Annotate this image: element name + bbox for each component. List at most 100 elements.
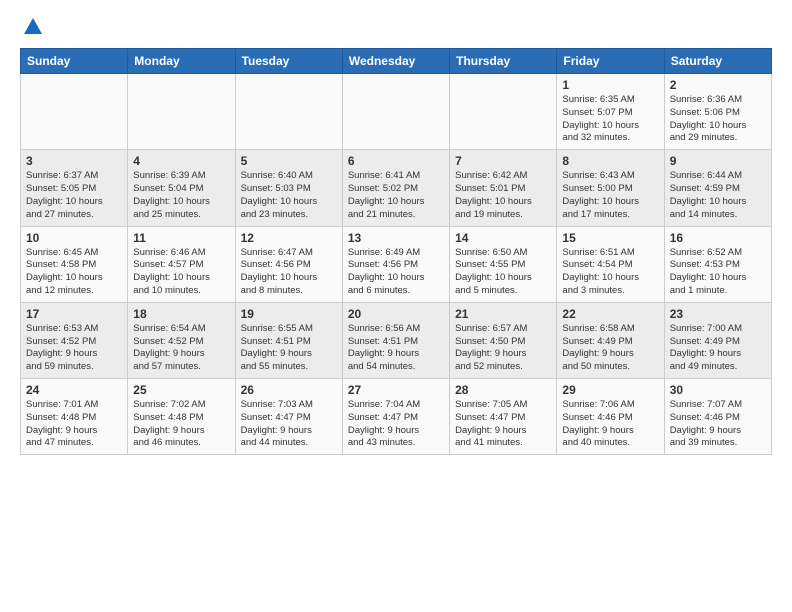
day-info: Sunrise: 6:35 AMSunset: 5:07 PMDaylight:…: [562, 94, 658, 145]
page: SundayMondayTuesdayWednesdayThursdayFrid…: [0, 0, 792, 471]
calendar-week-row: 10 Sunrise: 6:45 AMSunset: 4:58 PMDayligh…: [21, 226, 772, 302]
calendar-cell: 4 Sunrise: 6:39 AMSunset: 5:04 PMDaylight…: [128, 150, 235, 226]
weekday-header-thursday: Thursday: [450, 49, 557, 74]
weekday-header-tuesday: Tuesday: [235, 49, 342, 74]
day-number: 13: [348, 231, 444, 245]
day-info: Sunrise: 7:07 AMSunset: 4:46 PMDaylight:…: [670, 399, 766, 450]
day-number: 10: [26, 231, 122, 245]
day-info: Sunrise: 7:03 AMSunset: 4:47 PMDaylight:…: [241, 399, 337, 450]
calendar-cell: 2 Sunrise: 6:36 AMSunset: 5:06 PMDaylight…: [664, 74, 771, 150]
day-number: 9: [670, 154, 766, 168]
day-number: 28: [455, 383, 551, 397]
day-number: 17: [26, 307, 122, 321]
day-info: Sunrise: 6:55 AMSunset: 4:51 PMDaylight:…: [241, 323, 337, 374]
day-number: 3: [26, 154, 122, 168]
calendar-cell: 30 Sunrise: 7:07 AMSunset: 4:46 PMDayligh…: [664, 379, 771, 455]
day-number: 15: [562, 231, 658, 245]
day-info: Sunrise: 6:46 AMSunset: 4:57 PMDaylight:…: [133, 247, 229, 298]
day-number: 22: [562, 307, 658, 321]
day-info: Sunrise: 7:00 AMSunset: 4:49 PMDaylight:…: [670, 323, 766, 374]
calendar-cell: 5 Sunrise: 6:40 AMSunset: 5:03 PMDaylight…: [235, 150, 342, 226]
day-number: 30: [670, 383, 766, 397]
day-number: 23: [670, 307, 766, 321]
calendar-cell: 24 Sunrise: 7:01 AMSunset: 4:48 PMDayligh…: [21, 379, 128, 455]
calendar-cell: 11 Sunrise: 6:46 AMSunset: 4:57 PMDayligh…: [128, 226, 235, 302]
day-info: Sunrise: 6:52 AMSunset: 4:53 PMDaylight:…: [670, 247, 766, 298]
day-number: 24: [26, 383, 122, 397]
calendar-cell: 13 Sunrise: 6:49 AMSunset: 4:56 PMDayligh…: [342, 226, 449, 302]
day-number: 12: [241, 231, 337, 245]
day-number: 16: [670, 231, 766, 245]
day-info: Sunrise: 6:44 AMSunset: 4:59 PMDaylight:…: [670, 170, 766, 221]
day-number: 11: [133, 231, 229, 245]
day-info: Sunrise: 6:39 AMSunset: 5:04 PMDaylight:…: [133, 170, 229, 221]
calendar-cell: 21 Sunrise: 6:57 AMSunset: 4:50 PMDayligh…: [450, 302, 557, 378]
day-number: 26: [241, 383, 337, 397]
day-number: 27: [348, 383, 444, 397]
day-number: 19: [241, 307, 337, 321]
calendar-cell: [128, 74, 235, 150]
calendar-cell: 19 Sunrise: 6:55 AMSunset: 4:51 PMDayligh…: [235, 302, 342, 378]
day-info: Sunrise: 6:41 AMSunset: 5:02 PMDaylight:…: [348, 170, 444, 221]
calendar-cell: 14Sunrise: 6:50 AMSunset: 4:55 PMDayligh…: [450, 226, 557, 302]
calendar-cell: 1 Sunrise: 6:35 AMSunset: 5:07 PMDaylight…: [557, 74, 664, 150]
calendar-cell: 18Sunrise: 6:54 AMSunset: 4:52 PMDayligh…: [128, 302, 235, 378]
calendar-cell: 15 Sunrise: 6:51 AMSunset: 4:54 PMDayligh…: [557, 226, 664, 302]
calendar-cell: 8Sunrise: 6:43 AMSunset: 5:00 PMDaylight…: [557, 150, 664, 226]
day-info: Sunrise: 6:36 AMSunset: 5:06 PMDaylight:…: [670, 94, 766, 145]
weekday-header-friday: Friday: [557, 49, 664, 74]
day-number: 21: [455, 307, 551, 321]
day-number: 7: [455, 154, 551, 168]
header: [20, 16, 772, 38]
day-number: 25: [133, 383, 229, 397]
day-info: Sunrise: 6:57 AMSunset: 4:50 PMDaylight:…: [455, 323, 551, 374]
calendar-cell: 26 Sunrise: 7:03 AMSunset: 4:47 PMDayligh…: [235, 379, 342, 455]
calendar-cell: 25 Sunrise: 7:02 AMSunset: 4:48 PMDayligh…: [128, 379, 235, 455]
day-info: Sunrise: 7:06 AMSunset: 4:46 PMDaylight:…: [562, 399, 658, 450]
day-number: 6: [348, 154, 444, 168]
calendar-cell: 20 Sunrise: 6:56 AMSunset: 4:51 PMDayligh…: [342, 302, 449, 378]
calendar-cell: 28 Sunrise: 7:05 AMSunset: 4:47 PMDayligh…: [450, 379, 557, 455]
calendar-cell: 12 Sunrise: 6:47 AMSunset: 4:56 PMDayligh…: [235, 226, 342, 302]
day-info: Sunrise: 7:05 AMSunset: 4:47 PMDaylight:…: [455, 399, 551, 450]
calendar-cell: [21, 74, 128, 150]
calendar-cell: 7Sunrise: 6:42 AMSunset: 5:01 PMDaylight…: [450, 150, 557, 226]
calendar-cell: 3 Sunrise: 6:37 AMSunset: 5:05 PMDaylight…: [21, 150, 128, 226]
day-info: Sunrise: 6:45 AMSunset: 4:58 PMDaylight:…: [26, 247, 122, 298]
day-info: Sunrise: 7:01 AMSunset: 4:48 PMDaylight:…: [26, 399, 122, 450]
day-info: Sunrise: 6:47 AMSunset: 4:56 PMDaylight:…: [241, 247, 337, 298]
day-info: Sunrise: 6:50 AMSunset: 4:55 PMDaylight:…: [455, 247, 551, 298]
day-info: Sunrise: 6:40 AMSunset: 5:03 PMDaylight:…: [241, 170, 337, 221]
day-info: Sunrise: 7:02 AMSunset: 4:48 PMDaylight:…: [133, 399, 229, 450]
calendar-week-row: 1 Sunrise: 6:35 AMSunset: 5:07 PMDaylight…: [21, 74, 772, 150]
day-number: 18: [133, 307, 229, 321]
day-info: Sunrise: 6:51 AMSunset: 4:54 PMDaylight:…: [562, 247, 658, 298]
day-info: Sunrise: 6:49 AMSunset: 4:56 PMDaylight:…: [348, 247, 444, 298]
day-number: 5: [241, 154, 337, 168]
calendar-week-row: 17 Sunrise: 6:53 AMSunset: 4:52 PMDayligh…: [21, 302, 772, 378]
calendar-week-row: 3 Sunrise: 6:37 AMSunset: 5:05 PMDaylight…: [21, 150, 772, 226]
calendar-cell: 16 Sunrise: 6:52 AMSunset: 4:53 PMDayligh…: [664, 226, 771, 302]
day-number: 2: [670, 78, 766, 92]
calendar-cell: [450, 74, 557, 150]
calendar-cell: 10 Sunrise: 6:45 AMSunset: 4:58 PMDayligh…: [21, 226, 128, 302]
day-number: 4: [133, 154, 229, 168]
day-info: Sunrise: 6:58 AMSunset: 4:49 PMDaylight:…: [562, 323, 658, 374]
calendar-cell: [235, 74, 342, 150]
day-number: 29: [562, 383, 658, 397]
day-number: 1: [562, 78, 658, 92]
weekday-header-row: SundayMondayTuesdayWednesdayThursdayFrid…: [21, 49, 772, 74]
calendar-cell: 29 Sunrise: 7:06 AMSunset: 4:46 PMDayligh…: [557, 379, 664, 455]
calendar-cell: 23 Sunrise: 7:00 AMSunset: 4:49 PMDayligh…: [664, 302, 771, 378]
weekday-header-monday: Monday: [128, 49, 235, 74]
day-number: 20: [348, 307, 444, 321]
day-info: Sunrise: 6:53 AMSunset: 4:52 PMDaylight:…: [26, 323, 122, 374]
calendar-cell: 17 Sunrise: 6:53 AMSunset: 4:52 PMDayligh…: [21, 302, 128, 378]
calendar-week-row: 24 Sunrise: 7:01 AMSunset: 4:48 PMDayligh…: [21, 379, 772, 455]
day-info: Sunrise: 6:37 AMSunset: 5:05 PMDaylight:…: [26, 170, 122, 221]
day-info: Sunrise: 6:43 AMSunset: 5:00 PMDaylight:…: [562, 170, 658, 221]
calendar-cell: 9 Sunrise: 6:44 AMSunset: 4:59 PMDaylight…: [664, 150, 771, 226]
day-info: Sunrise: 6:56 AMSunset: 4:51 PMDaylight:…: [348, 323, 444, 374]
calendar-cell: 6 Sunrise: 6:41 AMSunset: 5:02 PMDaylight…: [342, 150, 449, 226]
logo: [20, 16, 44, 38]
